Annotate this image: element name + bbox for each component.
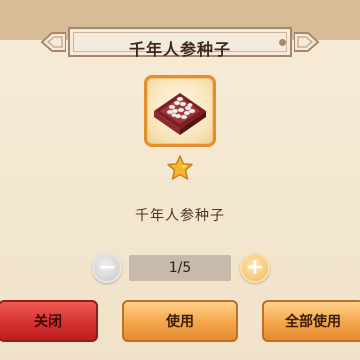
- close-button[interactable]: 关闭: [0, 300, 98, 342]
- ginseng-seed-box-icon: [154, 93, 206, 135]
- dialog-title-plate: 千年人参种子: [68, 27, 292, 59]
- rarity-star-icon: [167, 155, 193, 180]
- quantity-display: 1/5: [129, 255, 231, 281]
- item-name: 千年人参种子: [135, 208, 225, 224]
- banner-left-ornament-icon: [40, 32, 66, 52]
- banner-right-ornament-icon: [294, 32, 320, 52]
- dialog-title: 千年人参种子: [128, 40, 231, 59]
- decrease-quantity-button[interactable]: −: [92, 253, 122, 283]
- use-button-label: 使用: [166, 314, 194, 330]
- plus-icon: +: [245, 255, 265, 280]
- banner-right-dot: [279, 39, 286, 46]
- increase-quantity-button[interactable]: +: [240, 253, 270, 283]
- use-button[interactable]: 使用: [122, 300, 238, 342]
- item-icon-frame: [144, 75, 216, 147]
- use-all-button[interactable]: 全部使用: [262, 300, 360, 342]
- minus-icon: −: [97, 255, 117, 280]
- close-button-label: 关闭: [34, 314, 62, 330]
- use-all-button-label: 全部使用: [285, 314, 341, 330]
- dialog-title-banner: 千年人参种子: [40, 25, 320, 59]
